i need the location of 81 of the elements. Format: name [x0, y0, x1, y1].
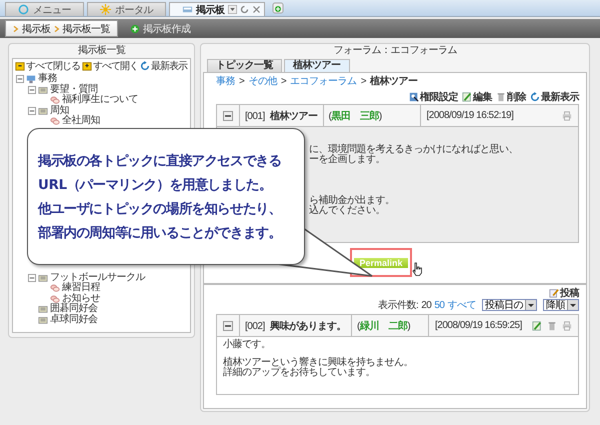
folder-node[interactable]: 周知: [50, 106, 69, 116]
toggle-icon[interactable]: [28, 86, 36, 94]
folder-node[interactable]: 卓球同好会: [50, 314, 98, 325]
callout-text: 掲示板の各トピックに直接アクセスできる URL（パーマリンク）を用意しました。 他ユーザにトピックの場所を知らせたり、 部署内の周知等に用いることができます。: [38, 152, 282, 243]
speech-bubbles-icon: [50, 294, 60, 304]
post-text: ら補助金が出ます。 込んでください。: [309, 196, 396, 216]
add-tab-icon[interactable]: [272, 2, 284, 14]
close-icon[interactable]: [252, 5, 260, 14]
page-size-link[interactable]: すべて: [448, 298, 476, 312]
page-size-link[interactable]: 50: [434, 300, 444, 310]
app-tab[interactable]: 掲示板: [169, 2, 264, 16]
topic-tab[interactable]: トピック一覧: [207, 59, 282, 72]
action-button[interactable]: 編集: [462, 91, 492, 103]
breadcrumb-separator: >: [280, 76, 286, 88]
panel-title: フォーラム：エコフォーラム: [332, 44, 458, 58]
board-icon: [182, 4, 193, 15]
post-title: [001] 植林ツアー: [240, 105, 324, 126]
chevron-icon: [52, 24, 60, 32]
toolbar-button[interactable]: すべて閉じる: [15, 59, 80, 73]
category-node[interactable]: 事務: [38, 74, 57, 84]
sort-dropdown[interactable]: 投稿日の: [482, 299, 537, 311]
breadcrumb-link[interactable]: エコフォーラム: [290, 76, 357, 88]
breadcrumb-link[interactable]: 掲示板: [22, 22, 50, 36]
post-text: に、環境問題を考えるきっかけになればと思い、 ーを企画します。: [309, 145, 519, 165]
panel-title: 掲示板一覧: [76, 44, 126, 58]
breadcrumb-separator: >: [360, 76, 366, 88]
breadcrumb-link[interactable]: 事務: [216, 76, 235, 88]
toolbar-button[interactable]: 最新表示: [140, 59, 187, 73]
create-board-button[interactable]: 掲示板作成: [130, 22, 190, 36]
toolbar-button[interactable]: すべて開く: [82, 59, 138, 73]
pencil-icon[interactable]: [532, 320, 542, 330]
post-author: (黒田 三郎): [324, 105, 421, 126]
action-button[interactable]: 権限設定: [409, 91, 458, 103]
hand-cursor-icon: [412, 262, 423, 276]
chevron-icon: [12, 24, 20, 32]
sun-icon: [100, 4, 111, 15]
breadcrumb-link[interactable]: その他: [248, 76, 277, 88]
app-tab[interactable]: メニュー: [5, 2, 84, 16]
collapse-icon[interactable]: [223, 320, 233, 330]
board-link[interactable]: お知らせ: [62, 294, 100, 304]
trash-icon[interactable]: [496, 92, 506, 102]
monitor-icon: [26, 74, 36, 84]
folder-node[interactable]: 要望・質問: [50, 84, 98, 95]
folder-node[interactable]: フットボールサークル: [50, 272, 145, 283]
post-author: (緑川 二郎): [352, 315, 430, 336]
app-tab[interactable]: ポータル: [87, 2, 166, 16]
speech-bubbles-icon: [50, 116, 60, 126]
refresh-icon[interactable]: [240, 5, 248, 14]
breadcrumb-link[interactable]: 掲示板一覧: [62, 22, 110, 36]
add-icon: [130, 24, 140, 34]
folder-node[interactable]: 囲碁同好会: [50, 304, 98, 314]
ring-icon: [18, 4, 29, 15]
dropdown-icon[interactable]: [228, 5, 236, 14]
post-date: [2008/09/19 16:59:25]: [435, 320, 522, 331]
toggle-icon[interactable]: [28, 274, 36, 282]
page-size-label: 表示件数:: [378, 298, 418, 312]
action-button[interactable]: 削除: [496, 91, 526, 103]
board-link[interactable]: 福利厚生について: [62, 95, 138, 106]
post-date: [2008/09/19 16:52:19]: [426, 110, 514, 121]
post-button[interactable]: 投稿: [549, 287, 579, 299]
refresh-icon[interactable]: [530, 92, 540, 102]
toggle-icon[interactable]: [28, 106, 36, 115]
sort-dropdown[interactable]: 降順: [543, 299, 579, 311]
topic-tab[interactable]: 植林ツアー: [284, 59, 350, 72]
toggle-icon[interactable]: [16, 75, 24, 84]
action-button[interactable]: 最新表示: [530, 91, 579, 103]
page-size-current: 20: [421, 300, 432, 310]
refresh-icon[interactable]: [140, 61, 150, 71]
post-text: 小藤です。: [223, 340, 272, 350]
post-text: 植林ツアーという響きに興味を持ちません。 詳細のアップをお待ちしています。: [223, 358, 414, 378]
board-link[interactable]: 練習日程: [62, 283, 100, 294]
speech-bubbles-icon: [50, 95, 60, 106]
collapse-icon[interactable]: [223, 110, 233, 120]
trash-icon[interactable]: [547, 320, 557, 330]
note-pencil-icon: [549, 288, 559, 298]
board-link[interactable]: 全社周知: [62, 116, 100, 126]
post-title: [002] 興味があります。: [240, 315, 352, 336]
speech-bubbles-icon: [50, 283, 60, 294]
pencil-icon[interactable]: [462, 92, 472, 102]
breadcrumb-current: 植林ツアー: [370, 76, 418, 88]
breadcrumb-separator: >: [239, 76, 244, 88]
